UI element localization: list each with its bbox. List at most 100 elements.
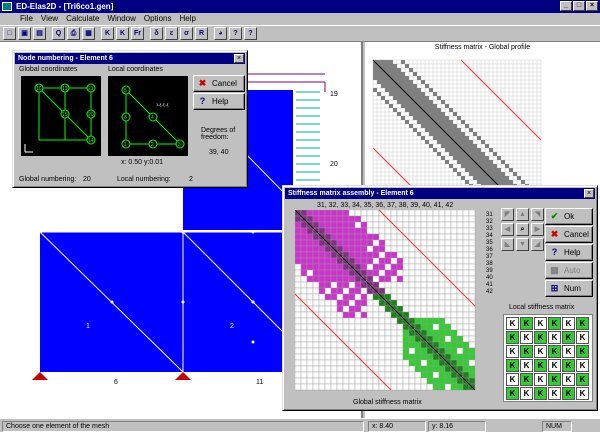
local-matrix-cell: K [520, 317, 533, 330]
support-icon-2 [175, 372, 191, 380]
nav-down-right-icon[interactable]: ◢ [531, 238, 544, 251]
menu-options[interactable]: Options [140, 13, 176, 25]
local-matrix-cell: K [534, 317, 547, 330]
ok-button[interactable]: ✔ Ok [545, 208, 593, 225]
local-matrix-cell: K [548, 373, 561, 386]
num-button[interactable]: ⊞ Num [545, 280, 593, 297]
local-matrix-cell: K [576, 359, 589, 372]
cancel-icon: ✖ [198, 78, 207, 88]
global-stiffness-matrix [295, 210, 476, 391]
matrix-row-label: 38 [486, 261, 493, 267]
kt-icon[interactable]: K [101, 27, 114, 40]
nav-up-icon[interactable]: ▲ [516, 208, 529, 221]
zoom-icon[interactable]: Q [52, 27, 65, 40]
new-icon[interactable]: □ [3, 27, 16, 40]
palette-icon[interactable]: ◕ [214, 27, 227, 40]
node-label-6: 6 [114, 379, 118, 386]
cancel-label: Cancel [212, 79, 237, 88]
open-icon[interactable]: ▣ [18, 27, 31, 40]
matrix-row-label: 36 [486, 247, 493, 253]
nav-up-right-icon[interactable]: ◥ [531, 208, 544, 221]
minimize-button[interactable]: _ [560, 1, 572, 11]
close-button[interactable]: × [586, 1, 598, 11]
nav-up-left-icon[interactable]: ◤ [501, 208, 514, 221]
help-icon[interactable]: ? [229, 27, 242, 40]
local-matrix-cell: K [506, 331, 519, 344]
status-x: x: 8.40 [368, 421, 426, 432]
matrix-row-label: 34 [486, 233, 493, 239]
local-matrix-cell: K [520, 345, 533, 358]
assembly-cancel-button[interactable]: ✖ Cancel [545, 226, 593, 243]
node-label-11: 11 [256, 379, 263, 386]
local-node-5: 5 [124, 88, 127, 94]
node-numbering-dialog: Node numbering - Element 6 × Global coor… [12, 50, 248, 188]
mesh-icon[interactable]: ▦ [82, 27, 95, 40]
kt-alt-icon[interactable]: K [116, 27, 129, 40]
nav-right-icon[interactable]: ▶ [531, 223, 544, 236]
matrix-row-label: 35 [486, 240, 493, 246]
menu-calculate[interactable]: Calculate [62, 13, 103, 25]
help-icon: ? [551, 247, 558, 257]
sigma-icon[interactable]: σ [180, 27, 193, 40]
local-numbering-value: 2 [189, 176, 193, 183]
local-node-1: 1 [124, 142, 127, 148]
app-titlebar: ED-Elas2D - [Tri6co1.gen] _ □ × [0, 0, 600, 13]
node-dialog-close-button[interactable]: × [234, 54, 244, 63]
shape-function-formula: 1-ξ-ξ'-ξ [156, 102, 169, 107]
cancel-button[interactable]: ✖ Cancel [193, 75, 245, 92]
local-matrix-cell: K [534, 387, 547, 400]
context-help-icon[interactable]: ? [244, 27, 257, 40]
local-node-3: 3 [178, 142, 181, 148]
menu-file[interactable]: File [16, 13, 37, 25]
maximize-button[interactable]: □ [573, 1, 585, 11]
auto-button[interactable]: ▦ Auto [545, 262, 593, 279]
local-matrix-cell: K [562, 345, 575, 358]
local-matrix-cell: K [534, 345, 547, 358]
assembly-cancel-label: Cancel [564, 230, 589, 239]
menu-help[interactable]: Help [175, 13, 199, 25]
epsilon-icon[interactable]: ε [165, 27, 178, 40]
load-arrows [296, 91, 320, 181]
mesh-element-lower[interactable] [40, 232, 293, 372]
fr-icon[interactable]: Fr [131, 27, 144, 40]
menu-view[interactable]: View [37, 13, 62, 25]
local-matrix-cell: K [520, 359, 533, 372]
nav-down-left-icon[interactable]: ◣ [501, 238, 514, 251]
ok-label: Ok [564, 212, 575, 221]
matrix-row-label: 41 [486, 282, 493, 288]
dof-label: Degrees of freedom: [201, 127, 236, 141]
global-coordinates-diagram: 16 19 21 15 20 14 [21, 76, 101, 156]
zoom-icon[interactable]: ⌕ [516, 223, 529, 236]
assembly-help-button[interactable]: ? Help [545, 244, 593, 261]
matrix-row-label: 31 [486, 212, 493, 218]
nav-left-icon[interactable]: ◀ [501, 223, 514, 236]
profile-title: Stiffness matrix - Global profile [434, 44, 531, 51]
matrix-row-label: 33 [486, 226, 493, 232]
global-node-c: 21 [88, 86, 94, 92]
print-icon[interactable]: ⎙ [67, 27, 80, 40]
help-icon: ? [199, 96, 206, 106]
local-matrix-cell: K [548, 345, 561, 358]
delta-icon[interactable]: δ [150, 27, 163, 40]
check-icon: ✔ [550, 211, 559, 221]
menu-window[interactable]: Window [103, 13, 139, 25]
local-matrix-cell: K [562, 317, 575, 330]
local-matrix-cell: K [562, 359, 575, 372]
save-icon[interactable]: ▤ [33, 27, 46, 40]
global-numbering-label: Global numbering: [19, 176, 77, 183]
toolbar: □ ▣ ▤ Q ⎙ ▦ K K Fr δ ε σ R ◕?? [0, 25, 600, 42]
r-icon[interactable]: R [195, 27, 208, 40]
local-matrix-cell: K [520, 373, 533, 386]
matrix-col-header: 31, 32, 33, 34, 35, 36, 37, 38, 39, 40, … [317, 202, 454, 209]
status-message: Choose one element of the mesh [2, 421, 364, 432]
local-matrix-cell: K [576, 317, 589, 330]
global-matrix-caption: Global stiffness matrix [353, 399, 422, 406]
app-icon[interactable] [2, 2, 12, 11]
global-node-a: 16 [36, 86, 42, 92]
local-matrix-cell: K [576, 345, 589, 358]
help-button[interactable]: ? Help [193, 93, 245, 110]
local-matrix-caption: Local stiffness matrix [509, 304, 575, 311]
assembly-dialog-close-button[interactable]: × [584, 189, 594, 198]
nav-down-icon[interactable]: ▼ [516, 238, 529, 251]
local-matrix-cell: K [506, 359, 519, 372]
